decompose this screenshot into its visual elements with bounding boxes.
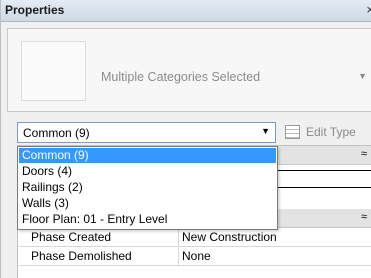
properties-palette: Properties × Multiple Categories Selecte…: [0, 0, 371, 278]
property-value[interactable]: New Construction: [182, 230, 277, 244]
dropdown-option-common[interactable]: Common (9): [19, 148, 276, 163]
collapse-group-icon[interactable]: ≈: [361, 148, 367, 160]
property-value-field[interactable]: [276, 170, 371, 188]
collapse-group-icon[interactable]: ≈: [361, 211, 367, 223]
property-name: Phase Created: [31, 230, 112, 244]
category-filter-value: Common (9): [23, 126, 90, 140]
column-divider: [178, 228, 179, 246]
dropdown-option-walls[interactable]: Walls (3): [19, 196, 276, 211]
dropdown-option-floor-plan[interactable]: Floor Plan: 01 - Entry Level: [19, 212, 276, 227]
property-name: Phase Demolished: [31, 249, 132, 263]
edit-type-label: Edit Type: [306, 125, 356, 139]
category-filter-dropdown[interactable]: Common (9) ▼: [17, 122, 276, 143]
dropdown-arrow-icon[interactable]: ▼: [261, 126, 270, 136]
category-dropdown-list[interactable]: Common (9) Doors (4) Railings (2) Walls …: [17, 146, 278, 230]
property-row[interactable]: Phase Demolished None: [18, 247, 371, 266]
type-selector-label: Multiple Categories Selected: [101, 70, 261, 84]
palette-title-bar[interactable]: Properties ×: [1, 0, 371, 22]
dropdown-option-railings[interactable]: Railings (2): [19, 180, 276, 195]
palette-title: Properties: [5, 3, 65, 17]
type-selector[interactable]: Multiple Categories Selected ▼: [7, 28, 371, 112]
column-divider: [178, 247, 179, 265]
property-row[interactable]: Phase Created New Construction: [18, 228, 371, 247]
edit-type-icon: [285, 125, 300, 139]
close-icon[interactable]: ×: [366, 2, 371, 17]
dropdown-option-doors[interactable]: Doors (4): [19, 164, 276, 179]
type-thumbnail-icon: [21, 41, 86, 101]
property-value[interactable]: None: [182, 249, 211, 263]
chevron-down-icon[interactable]: ▼: [358, 71, 367, 81]
